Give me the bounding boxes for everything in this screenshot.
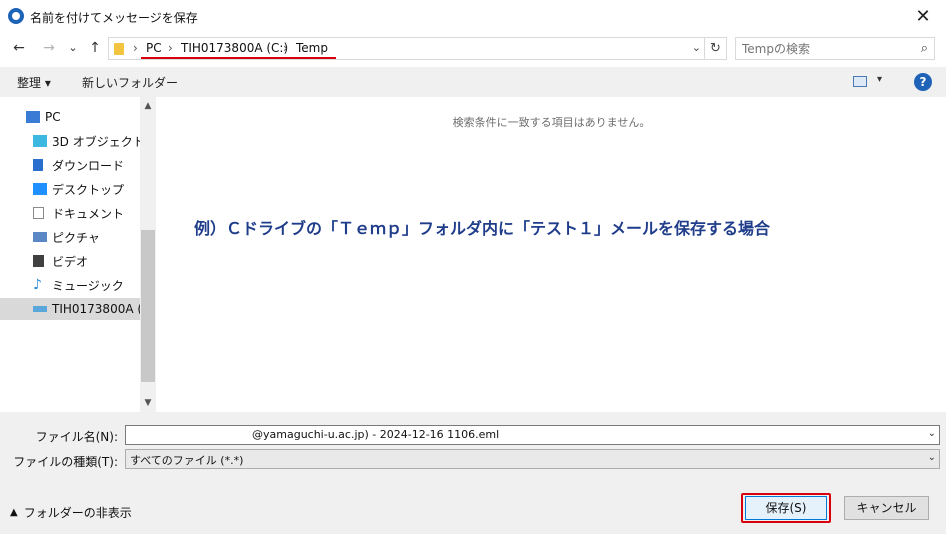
hide-folders-label: フォルダーの非表示	[23, 506, 132, 520]
music-icon: ♪	[33, 277, 42, 293]
sidebar-item-label: ドキュメント	[52, 206, 125, 221]
breadcrumb-separator: ›	[283, 41, 288, 55]
new-folder-button[interactable]: 新しいフォルダー	[82, 74, 178, 91]
instruction-annotation: 例）Ｃドライブの「Ｔｅｍｐ」フォルダ内に「テスト１」メールを保存する場合	[194, 219, 771, 238]
sidebar-item-label: ピクチャ	[52, 230, 100, 245]
sidebar-item-label: ビデオ	[52, 254, 89, 269]
filename-input[interactable]: @yamaguchi-u.ac.jp) - 2024-12-16 1106.em…	[125, 425, 940, 445]
sidebar-item-label: 3D オブジェクト	[52, 134, 140, 149]
cube-icon	[33, 135, 47, 147]
sidebar-item-desktop[interactable]: デスクトップ	[0, 178, 140, 200]
view-dropdown-caret[interactable]: ▾	[877, 74, 882, 85]
empty-message: 検索条件に一致する項目はありません。	[452, 116, 651, 129]
scroll-up-arrow[interactable]: ▲	[140, 98, 156, 114]
sidebar-item-label: ダウンロード	[52, 158, 125, 173]
chevron-up-icon: ▲	[10, 507, 18, 518]
filename-value: @yamaguchi-u.ac.jp) - 2024-12-16 1106.em…	[252, 428, 500, 441]
save-highlight-box	[741, 493, 831, 523]
sidebar-item-c-drive[interactable]: TIH0173800A (C:)	[0, 298, 140, 320]
sidebar-item-label: TIH0173800A (C:)	[52, 302, 140, 316]
search-icon[interactable]: ⌕	[921, 41, 928, 56]
breadcrumb-pc[interactable]: PC	[146, 41, 162, 55]
sidebar-item-pictures[interactable]: ピクチャ	[0, 226, 140, 248]
document-icon	[33, 207, 44, 219]
chevron-down-icon[interactable]: ⌄	[692, 41, 701, 54]
filetype-label: ファイルの種類(T):	[13, 455, 118, 469]
sidebar-item-label: ミュージック	[52, 278, 124, 293]
recent-locations-button[interactable]: ⌄	[64, 39, 82, 57]
breadcrumb-drive[interactable]: TIH0173800A (C:)	[181, 41, 288, 55]
cancel-button[interactable]: キャンセル	[844, 496, 929, 520]
chevron-down-icon[interactable]: ⌄	[928, 428, 936, 439]
title-bar: 名前を付けてメッセージを保存 ✕	[0, 0, 946, 33]
sidebar-item-3d-objects[interactable]: 3D オブジェクト	[0, 130, 140, 152]
help-icon[interactable]: ?	[914, 73, 932, 91]
breadcrumb-separator: ›	[133, 41, 138, 55]
search-box[interactable]: ⌕	[735, 37, 935, 60]
picture-icon	[33, 232, 47, 242]
sidebar-item-videos[interactable]: ビデオ	[0, 250, 140, 272]
sidebar-item-documents[interactable]: ドキュメント	[0, 202, 140, 224]
video-icon	[33, 255, 44, 267]
sidebar-item-pc[interactable]: PC	[0, 106, 140, 128]
navigation-pane: PC 3D オブジェクト ダウンロード デスクトップ ドキュメント ピクチャ ビ…	[0, 97, 156, 412]
search-input[interactable]	[742, 42, 902, 56]
sidebar-item-music[interactable]: ♪ ミュージック	[0, 274, 140, 296]
window-title: 名前を付けてメッセージを保存	[30, 11, 198, 25]
organize-button[interactable]: 整理 ▾	[17, 74, 51, 91]
back-button[interactable]: ←	[10, 39, 28, 57]
scroll-down-arrow[interactable]: ▼	[140, 395, 156, 411]
download-icon	[33, 159, 43, 171]
sidebar-item-label: PC	[45, 110, 61, 124]
pc-icon	[26, 111, 40, 123]
sidebar-scrollbar-thumb[interactable]	[141, 230, 155, 382]
file-list[interactable]: 検索条件に一致する項目はありません。 例）Ｃドライブの「Ｔｅｍｐ」フォルダ内に「…	[157, 97, 946, 412]
view-options-icon[interactable]	[853, 76, 867, 87]
app-icon	[8, 8, 24, 24]
filetype-value: すべてのファイル (*.*)	[130, 454, 244, 467]
filename-label: ファイル名(N):	[35, 430, 118, 444]
sidebar-item-label: デスクトップ	[52, 182, 125, 197]
up-button[interactable]: ↑	[86, 39, 104, 57]
filetype-select[interactable]: すべてのファイル (*.*) ⌄	[125, 449, 940, 469]
sidebar-item-downloads[interactable]: ダウンロード	[0, 154, 140, 176]
forward-button[interactable]: →	[40, 39, 58, 57]
drive-icon	[33, 306, 47, 312]
chevron-down-icon[interactable]: ⌄	[928, 452, 936, 463]
close-button[interactable]: ✕	[900, 0, 946, 33]
desktop-icon	[33, 183, 47, 195]
breadcrumb-temp[interactable]: Temp	[296, 41, 328, 55]
address-highlight-underline	[141, 57, 336, 59]
refresh-button[interactable]: ↻	[705, 37, 727, 60]
folder-icon	[114, 43, 124, 55]
breadcrumb-separator: ›	[168, 41, 173, 55]
toolbar: 整理 ▾ 新しいフォルダー ▾ ?	[0, 67, 946, 97]
hide-folders-toggle[interactable]: ▲ フォルダーの非表示	[10, 504, 132, 521]
